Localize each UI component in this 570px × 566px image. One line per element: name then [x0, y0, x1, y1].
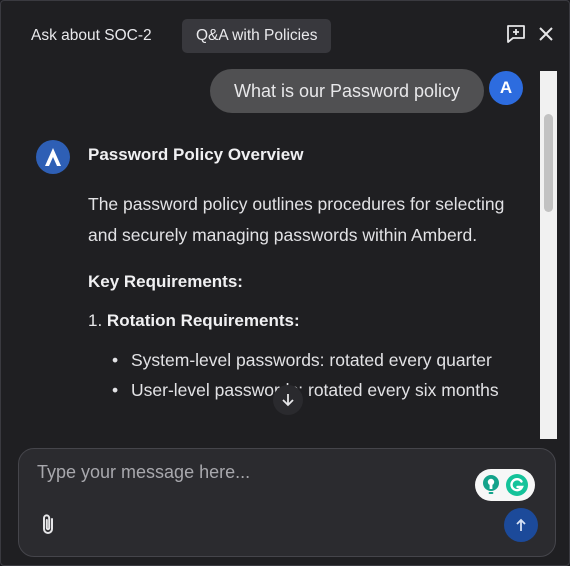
- tab-ask-soc2[interactable]: Ask about SOC-2: [17, 19, 166, 53]
- list-number: 1.: [88, 311, 103, 330]
- message-input[interactable]: Type your message here...: [37, 462, 250, 483]
- message-body: The password policy outlines procedures …: [88, 194, 505, 245]
- header: Ask about SOC-2 Q&A with Policies: [1, 1, 569, 71]
- message-title: Password Policy Overview: [88, 145, 304, 164]
- send-icon: [516, 518, 526, 531]
- list-item: 1. Rotation Requirements:: [88, 311, 528, 331]
- chat-window: Ask about SOC-2 Q&A with Policies What i…: [0, 0, 570, 566]
- bot-avatar: [36, 140, 70, 174]
- tab-qa-policies[interactable]: Q&A with Policies: [182, 19, 332, 53]
- scrollbar-thumb[interactable]: [544, 114, 553, 212]
- message-subheading: Key Requirements:: [88, 272, 243, 291]
- user-message-bubble: What is our Password policy: [210, 69, 484, 113]
- bullet-list: System-level passwords: rotated every qu…: [112, 345, 528, 405]
- user-avatar: A: [489, 71, 523, 105]
- close-icon[interactable]: [533, 21, 559, 47]
- bullet-item: User-level passwords: rotated every six …: [112, 375, 528, 405]
- grammarly-widget[interactable]: [475, 469, 535, 501]
- grammarly-icon: [506, 474, 528, 496]
- new-chat-icon[interactable]: [503, 21, 529, 47]
- lightbulb-icon: [483, 475, 499, 494]
- attach-icon[interactable]: [37, 513, 61, 537]
- bullet-item: System-level passwords: rotated every qu…: [112, 345, 528, 375]
- send-button[interactable]: [504, 508, 538, 542]
- bot-logo-icon: [45, 148, 61, 166]
- jump-down-icon[interactable]: [273, 385, 303, 415]
- assistant-message: Password Policy Overview The password po…: [88, 141, 528, 405]
- list-item-label: Rotation Requirements:: [106, 311, 300, 330]
